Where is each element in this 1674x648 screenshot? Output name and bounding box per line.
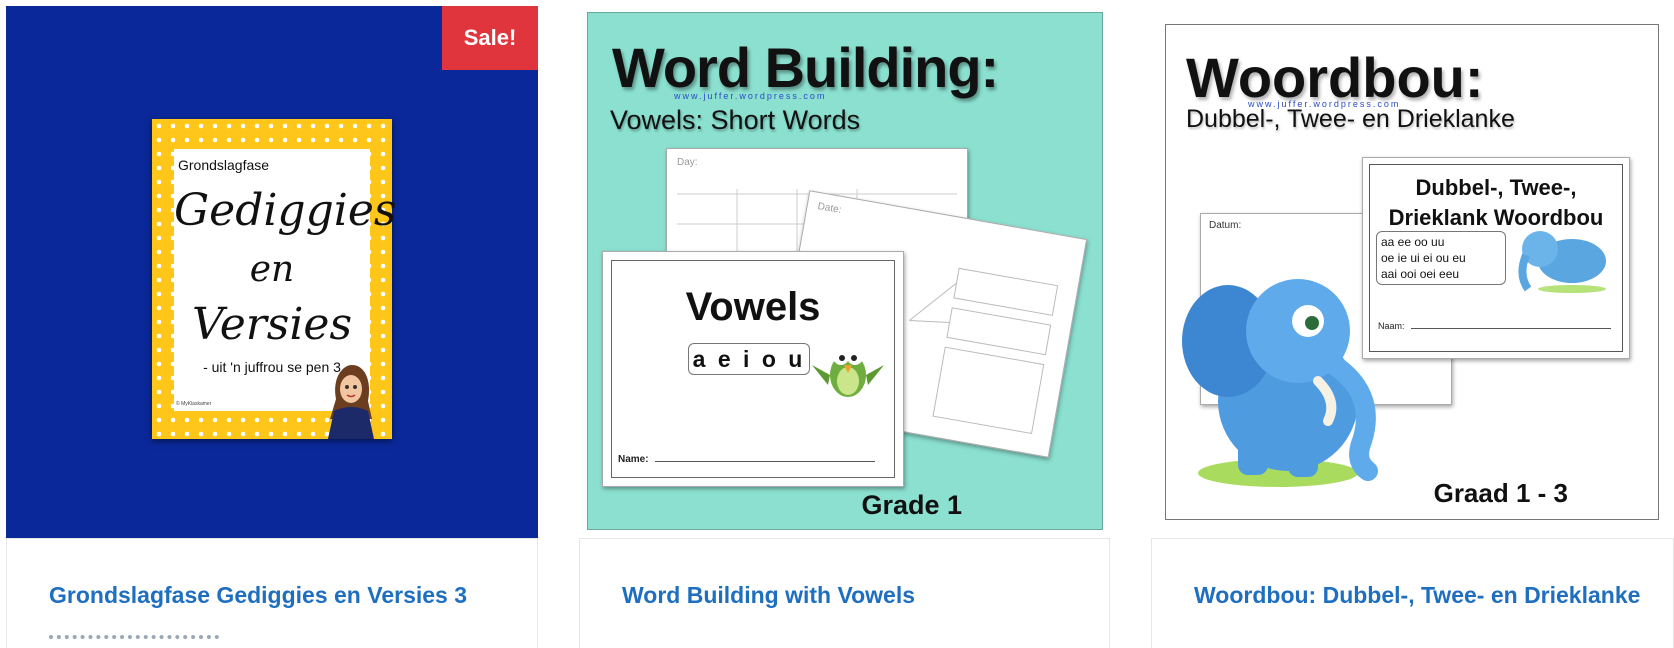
product-image-3[interactable]: Woordbou: www.juffer.wordpress.com Dubbe… <box>1151 0 1674 538</box>
letters-line-3: aai ooi oei eeu <box>1381 267 1460 281</box>
letters-line-2: oe ie ui ei ou eu <box>1381 251 1466 265</box>
elephant-illustration-icon <box>1182 279 1378 487</box>
cartoon-teacher-icon <box>328 365 374 439</box>
cover-subtitle: Dubbel-, Twee- en Drieklanke <box>1186 105 1515 133</box>
sheet-heading: Vowels <box>685 285 821 329</box>
vowel-box: a e i o u <box>688 343 810 375</box>
letters-line-1: aa ee oo uu <box>1381 235 1445 249</box>
cover-url: www.juffer.wordpress.com <box>674 91 827 101</box>
small-elephant-icon <box>1518 231 1606 293</box>
grade-label: Grade 1 <box>861 490 962 520</box>
worksheet-front: Vowels a e i o u Name: <box>602 251 904 487</box>
cover-poster: Word Building: www.juffer.wordpress.com … <box>587 12 1103 530</box>
cover-line-1: Gediggies <box>174 185 397 236</box>
price-stub <box>49 635 219 641</box>
product-info-1: Grondslagfase Gediggies en Versies 3 <box>6 538 538 648</box>
cartoon-bird-icon <box>812 349 884 397</box>
name-line: Name: <box>618 454 884 465</box>
product-title-link[interactable]: Word Building with Vowels <box>622 582 1079 608</box>
cover-poster: Woordbou: www.juffer.wordpress.com Dubbe… <box>1165 24 1659 520</box>
product-title-link[interactable]: Woordbou: Dubbel-, Twee- en Drieklanke <box>1194 582 1643 608</box>
cover-line-2: en <box>249 249 295 290</box>
product-card-1: Grondslagfase Gediggies en Versies - uit… <box>6 0 538 648</box>
cover-poster: Grondslagfase Gediggies en Versies - uit… <box>152 119 397 439</box>
product-image-2[interactable]: Word Building: www.juffer.wordpress.com … <box>579 0 1110 538</box>
product-title-link[interactable]: Grondslagfase Gediggies en Versies 3 <box>49 582 507 608</box>
product-info-3: Woordbou: Dubbel-, Twee- en Drieklanke <box>1151 538 1674 648</box>
cover-line-3: Versies <box>191 299 353 350</box>
cover-subtitle: Vowels: Short Words <box>610 105 861 135</box>
product-image-1[interactable]: Grondslagfase Gediggies en Versies - uit… <box>6 6 538 544</box>
cover-inner: Grondslagfase Gediggies en Versies - uit… <box>174 149 397 439</box>
product-info-2: Word Building with Vowels <box>579 538 1110 648</box>
date-label: Datum: <box>1209 220 1242 231</box>
sheet-heading-line-1: Dubbel-, Twee-, <box>1415 175 1577 200</box>
sale-badge: Sale! <box>442 6 538 70</box>
name-line: Naam: <box>1378 321 1611 331</box>
cover-footer: © MyKlaskamer <box>176 401 212 407</box>
grade-label: Graad 1 - 3 <box>1433 478 1568 508</box>
product-card-2: Word Building: www.juffer.wordpress.com … <box>579 0 1110 648</box>
cover-top-label: Grondslagfase <box>178 157 270 173</box>
product-card-3: Woordbou: www.juffer.wordpress.com Dubbe… <box>1151 0 1674 648</box>
